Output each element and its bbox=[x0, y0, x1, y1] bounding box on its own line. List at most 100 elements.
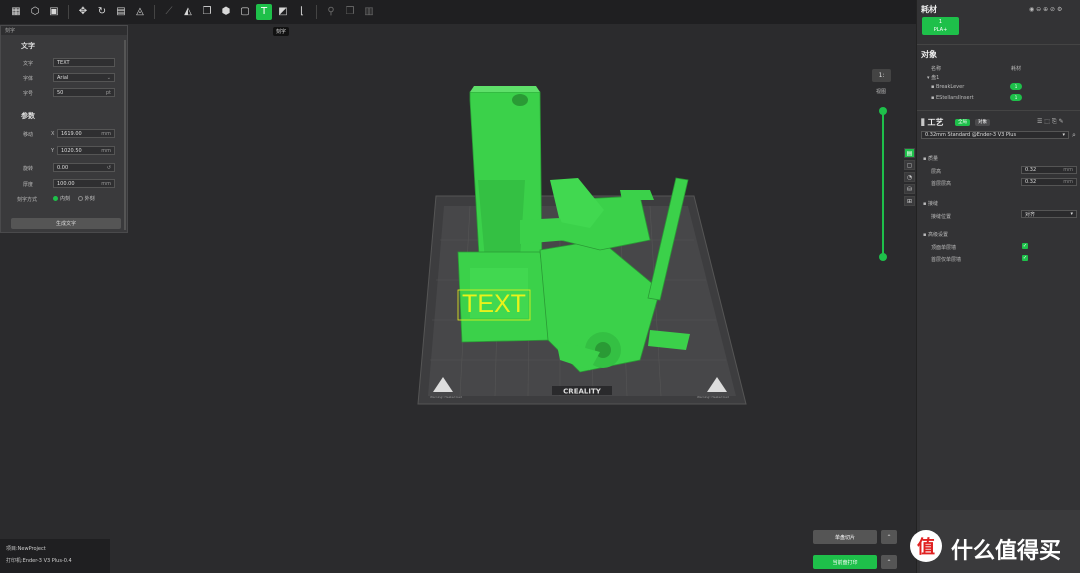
move-icon[interactable]: ✥ bbox=[75, 4, 91, 20]
mode-outer-radio[interactable]: 外刻 bbox=[77, 195, 95, 202]
zoom-indicator[interactable]: 1: bbox=[872, 69, 891, 82]
filament-toolbar-icons[interactable]: ◉ ⊖ ⊕ ⊘ ⚙ bbox=[1029, 6, 1062, 13]
y-input-value: 1020.50 bbox=[61, 147, 82, 154]
x-unit: mm bbox=[101, 130, 111, 137]
split-icon[interactable]: ◩ bbox=[275, 4, 291, 20]
thickness-unit: mm bbox=[101, 180, 111, 187]
seam-pos-select[interactable]: 对齐 ▾ bbox=[1021, 210, 1077, 218]
print-plate-button[interactable]: 当前盘打印 bbox=[813, 555, 877, 569]
support-icon[interactable]: ⌊ bbox=[294, 4, 310, 20]
grid-icon[interactable]: ▥ bbox=[361, 4, 377, 20]
toolbar-divider bbox=[316, 5, 317, 19]
generate-text-button[interactable]: 生成文字 bbox=[11, 218, 121, 229]
text-input[interactable]: TEXT bbox=[53, 58, 115, 67]
3d-viewport[interactable]: CREALITY Warning! Heated bed Warning! He… bbox=[0, 24, 916, 573]
first-layer-label: 首层层高 bbox=[931, 181, 952, 187]
open-file-icon[interactable]: ▦ bbox=[8, 4, 24, 20]
object-name: BreakLever bbox=[935, 84, 965, 90]
font-select[interactable]: Arial ⌄ bbox=[53, 73, 115, 82]
watermark-logo: 值 bbox=[910, 530, 942, 562]
tab-global[interactable]: 全局 bbox=[955, 119, 970, 126]
tab-object[interactable]: 对象 bbox=[975, 119, 990, 126]
search-icon[interactable]: ⌕ bbox=[1072, 131, 1076, 140]
profile-select[interactable]: 0.32mm Standard @Ender-3 V3 Plus ▾ bbox=[921, 131, 1069, 139]
section-params-title: 参数 bbox=[21, 112, 35, 120]
side-tab-support[interactable]: ⛁ bbox=[904, 184, 915, 194]
measure-icon[interactable]: ⟋ bbox=[161, 4, 177, 20]
y-input[interactable]: 1020.50 mm bbox=[57, 146, 115, 155]
add-model-icon[interactable]: ⬡ bbox=[27, 4, 43, 20]
font-select-value: Arial bbox=[57, 74, 69, 81]
layer-height-label: 层高 bbox=[931, 169, 942, 175]
seam-pos-value: 对齐 bbox=[1025, 211, 1036, 218]
paint-icon[interactable]: ⚲ bbox=[323, 4, 339, 20]
hollow-icon[interactable]: ⬢ bbox=[218, 4, 234, 20]
thickness-input[interactable]: 100.00 mm bbox=[53, 179, 115, 188]
mode-radio-group: 内刻 外刻 bbox=[53, 195, 101, 203]
process-toolbar-icons[interactable]: ☰ ⬚ ⎘ ✎ bbox=[1037, 118, 1064, 126]
font-label: 字体 bbox=[23, 76, 34, 82]
process-title: ⫼ 工艺 bbox=[921, 118, 944, 127]
side-tab-settings[interactable]: ▤ bbox=[904, 148, 915, 158]
x-input-value: 1619.00 bbox=[61, 130, 82, 137]
plate-row[interactable]: ▾ 盘1 bbox=[927, 74, 939, 81]
size-unit: pt bbox=[105, 89, 111, 96]
precise-wall-checkbox[interactable]: ✓ bbox=[1022, 243, 1028, 249]
watermark-text: 什么值得买 bbox=[951, 539, 1062, 564]
layout-icon[interactable]: ▤ bbox=[113, 4, 129, 20]
object-row[interactable]: ▪ BreakLever bbox=[931, 84, 964, 90]
object-filament-badge[interactable]: 1 bbox=[1010, 94, 1022, 101]
quality-section[interactable]: ▪ 质量 bbox=[923, 155, 938, 162]
mirror-icon[interactable]: ◭ bbox=[180, 4, 196, 20]
copy-icon[interactable]: ❐ bbox=[199, 4, 215, 20]
view-label: 视图 bbox=[876, 89, 887, 95]
text-tool-panel: 刻字 文字 文字 TEXT 字体 Arial ⌄ 字号 50 pt 参数 移动 X … bbox=[0, 25, 128, 233]
bed-brand: CREALITY bbox=[563, 388, 602, 396]
right-sidebar: 耗材 ◉ ⊖ ⊕ ⊘ ⚙ 1 PLA+ 对象 名称 耗材 ▾ 盘1 ▪ Brea… bbox=[916, 0, 1080, 573]
object-name: EStellarsIlnsert bbox=[935, 95, 974, 101]
save-icon[interactable]: ▣ bbox=[46, 4, 62, 20]
chevron-down-icon: ▾ bbox=[1070, 211, 1073, 217]
chevron-up-icon[interactable]: ⌃ bbox=[881, 555, 897, 569]
panel-scrollbar[interactable] bbox=[124, 40, 126, 230]
chevron-up-icon[interactable]: ⌃ bbox=[881, 530, 897, 544]
text-label: 文字 bbox=[23, 61, 34, 67]
divider bbox=[917, 44, 1080, 45]
advanced-section[interactable]: ▪ 高级设置 bbox=[923, 231, 948, 238]
layer-slider-bottom-handle[interactable] bbox=[879, 253, 887, 261]
col-filament-header: 耗材 bbox=[1011, 66, 1022, 72]
side-tab-preview[interactable]: ▢ bbox=[904, 160, 915, 170]
advanced-section-label: 高级设置 bbox=[927, 232, 948, 238]
reset-icon[interactable]: ↺ bbox=[107, 165, 111, 171]
cut-icon[interactable]: ◬ bbox=[132, 4, 148, 20]
object-filament-badge[interactable]: 1 bbox=[1010, 83, 1022, 90]
side-tab-other[interactable]: ⊞ bbox=[904, 196, 915, 206]
mode-inner-radio[interactable]: 内刻 bbox=[53, 195, 70, 202]
layer-slider-top-handle[interactable] bbox=[879, 107, 887, 115]
single-slice-button[interactable]: 单盘切片 bbox=[813, 530, 877, 544]
object-row[interactable]: ▪ EStellarsIlnsert bbox=[931, 95, 974, 101]
layer-slider[interactable] bbox=[882, 111, 884, 257]
text-input-value: TEXT bbox=[57, 59, 70, 66]
ironing-checkbox[interactable]: ✓ bbox=[1022, 255, 1028, 261]
panel-title: 刻字 bbox=[1, 26, 127, 35]
quality-section-label: 质量 bbox=[927, 156, 938, 162]
layer-height-input[interactable]: 0.32 mm bbox=[1021, 166, 1077, 174]
size-input[interactable]: 50 pt bbox=[53, 88, 115, 97]
model-text-overlay: TEXT bbox=[462, 290, 526, 318]
text-tool-icon[interactable]: T bbox=[256, 4, 272, 20]
filament-name: PLA+ bbox=[933, 27, 948, 33]
x-input[interactable]: 1619.00 mm bbox=[57, 129, 115, 138]
arrange-icon[interactable]: ❒ bbox=[342, 4, 358, 20]
y-unit: mm bbox=[101, 147, 111, 154]
seam-section[interactable]: ▪ 接缝 bbox=[923, 200, 938, 207]
rotate-icon[interactable]: ↻ bbox=[94, 4, 110, 20]
drill-icon[interactable]: ▢ bbox=[237, 4, 253, 20]
profile-value: 0.32mm Standard @Ender-3 V3 Plus bbox=[925, 132, 1017, 138]
objects-title: 对象 bbox=[921, 50, 937, 59]
first-layer-input[interactable]: 0.32 mm bbox=[1021, 178, 1077, 186]
filament-slot-1[interactable]: 1 PLA+ bbox=[922, 17, 959, 35]
rotate-input[interactable]: 0.00 ↺ bbox=[53, 163, 115, 172]
size-input-value: 50 bbox=[57, 89, 64, 96]
side-tab-speed[interactable]: ◔ bbox=[904, 172, 915, 182]
